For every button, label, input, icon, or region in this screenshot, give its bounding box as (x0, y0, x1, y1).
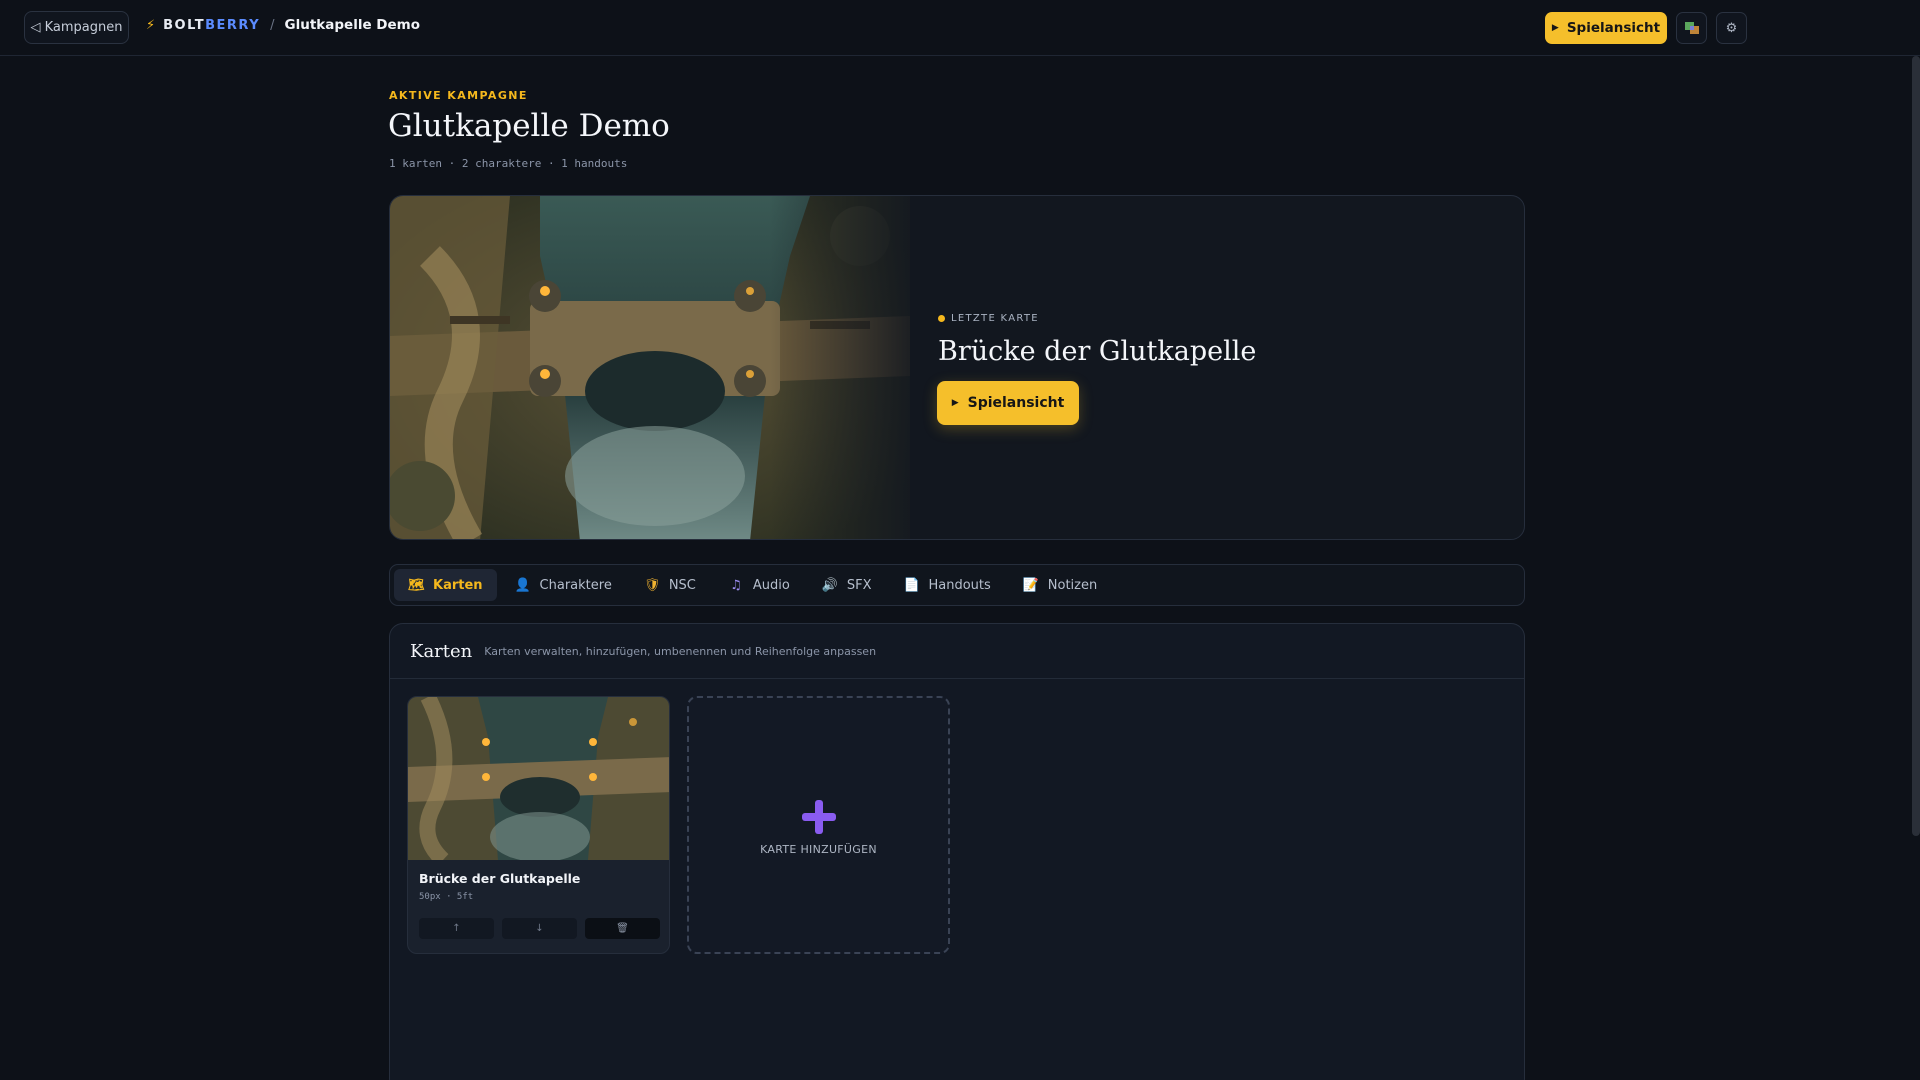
panel-header: Karten Karten verwalten, hinzufügen, umb… (390, 624, 1524, 679)
tab-audio[interactable]: ♫ Audio (714, 569, 804, 601)
arrow-down-icon: ↓ (535, 923, 544, 934)
active-campaign-label: AKTIVE KAMPAGNE (389, 89, 528, 102)
map-card[interactable]: Brücke der Glutkapelle 50px · 5ft ↑ ↓ 🗑 (407, 696, 670, 954)
map-card-name: Brücke der Glutkapelle (419, 871, 581, 886)
panel-subtitle: Karten verwalten, hinzufügen, umbenennen… (484, 644, 877, 658)
back-label: ◁ Kampagnen (30, 20, 123, 35)
tab-sfx[interactable]: 🔊 SFX (808, 569, 886, 601)
top-bar: ◁ Kampagnen ⚡ BOLT BERRY / Glutkapelle D… (0, 0, 1920, 56)
settings-button[interactable]: ⚙ (1716, 12, 1747, 44)
scrollbar[interactable] (1912, 56, 1920, 836)
music-icon: ♫ (730, 577, 742, 593)
flag-icon (1684, 22, 1699, 34)
add-map-label: KARTE HINZUFÜGEN (760, 843, 877, 856)
delete-map-button[interactable]: 🗑 (585, 918, 660, 939)
play-view-button[interactable]: ▶ Spielansicht (1545, 12, 1667, 44)
campaign-counts: 1 karten · 2 charaktere · 1 handouts (389, 157, 628, 170)
trash-icon: 🗑 (616, 923, 629, 934)
tab-charaktere[interactable]: 👤 Charaktere (501, 569, 626, 601)
document-icon: 📄 (903, 577, 920, 593)
arrow-up-icon: ↑ (452, 923, 461, 934)
gear-icon: ⚙ (1725, 20, 1738, 36)
last-map-label: LETZTE KARTE (938, 313, 1039, 324)
add-map-button[interactable]: KARTE HINZUFÜGEN (687, 696, 950, 954)
move-up-button[interactable]: ↑ (419, 918, 494, 939)
breadcrumb-separator: / (270, 17, 275, 33)
person-icon: 👤 (514, 577, 531, 593)
mask-icon: 🛡 (643, 577, 661, 593)
hero-play-view-button[interactable]: ▶ Spielansicht (937, 381, 1079, 425)
tab-handouts[interactable]: 📄 Handouts (889, 569, 1004, 601)
brand-name-second: BERRY (205, 17, 261, 33)
panel-title: Karten (410, 640, 473, 662)
play-icon: ▶ (951, 398, 959, 408)
play-icon: ▶ (1551, 23, 1559, 33)
tab-karten[interactable]: 🗺 Karten (394, 569, 497, 601)
play-view-label: Spielansicht (1566, 20, 1661, 36)
map-thumbnail-image (408, 697, 669, 860)
brand-name-first: BOLT (163, 17, 206, 33)
speaker-icon: 🔊 (821, 577, 839, 593)
language-toggle-button[interactable] (1676, 12, 1707, 44)
notes-icon: 📝 (1022, 577, 1039, 593)
bolt-icon: ⚡ (146, 17, 156, 33)
back-to-campaigns-button[interactable]: ◁ Kampagnen (24, 11, 129, 44)
map-icon: 🗺 (408, 577, 425, 593)
tab-nsc[interactable]: 🛡 NSC (630, 569, 710, 601)
map-card-meta: 50px · 5ft (419, 892, 474, 902)
last-map-hero: LETZTE KARTE Brücke der Glutkapelle ▶ Sp… (389, 195, 1525, 540)
status-dot-icon (938, 315, 945, 322)
move-down-button[interactable]: ↓ (502, 918, 577, 939)
tab-bar: 🗺 Karten 👤 Charaktere 🛡 NSC ♫ Audio 🔊 SF… (389, 564, 1525, 606)
tab-notizen[interactable]: 📝 Notizen (1009, 569, 1111, 601)
breadcrumb-campaign[interactable]: Glutkapelle Demo (285, 17, 421, 33)
hero-play-view-label: Spielansicht (967, 395, 1065, 411)
plus-icon (802, 800, 836, 834)
last-map-title: Brücke der Glutkapelle (938, 336, 1257, 367)
page-title: Glutkapelle Demo (388, 108, 670, 144)
breadcrumb: ⚡ BOLT BERRY / Glutkapelle Demo (146, 17, 420, 33)
maps-panel: Karten Karten verwalten, hinzufügen, umb… (389, 623, 1525, 1080)
